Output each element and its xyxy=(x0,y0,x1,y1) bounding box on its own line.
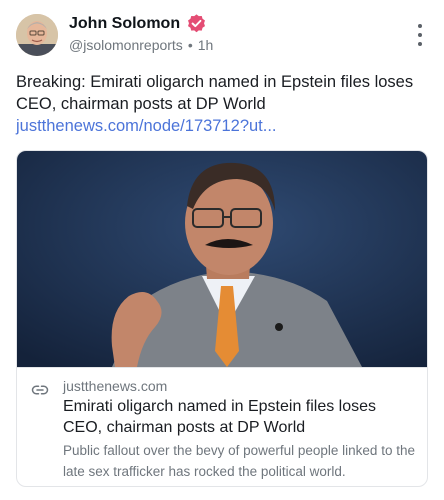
author-handle[interactable]: @jsolomonreports xyxy=(69,37,183,53)
avatar-photo xyxy=(16,14,58,56)
more-options-button[interactable] xyxy=(417,24,423,46)
author-name-row: John Solomon xyxy=(69,13,207,34)
meta-separator: • xyxy=(187,37,193,53)
more-vertical-icon xyxy=(418,24,422,28)
post-time: 1h xyxy=(197,37,214,53)
avatar[interactable] xyxy=(16,14,58,56)
card-title[interactable]: Emirati oligarch named in Epstein files … xyxy=(63,396,413,438)
post-text: Breaking: Emirati oligarch named in Epst… xyxy=(16,71,428,137)
post-body: Breaking: Emirati oligarch named in Epst… xyxy=(16,73,414,113)
post-link[interactable]: justthenews.com/node/173712?ut... xyxy=(16,117,277,135)
link-icon xyxy=(31,385,49,395)
author-meta: @jsolomonreports • 1h xyxy=(69,37,213,53)
card-image xyxy=(17,151,427,367)
link-preview-card[interactable]: justthenews.com Emirati oligarch named i… xyxy=(16,150,428,487)
author-display-name[interactable]: John Solomon xyxy=(69,15,180,33)
verified-badge-icon xyxy=(188,14,206,33)
card-body: justthenews.com Emirati oligarch named i… xyxy=(17,367,427,479)
card-description: Public fallout over the bevy of powerful… xyxy=(63,443,415,479)
card-domain: justthenews.com xyxy=(63,378,168,394)
